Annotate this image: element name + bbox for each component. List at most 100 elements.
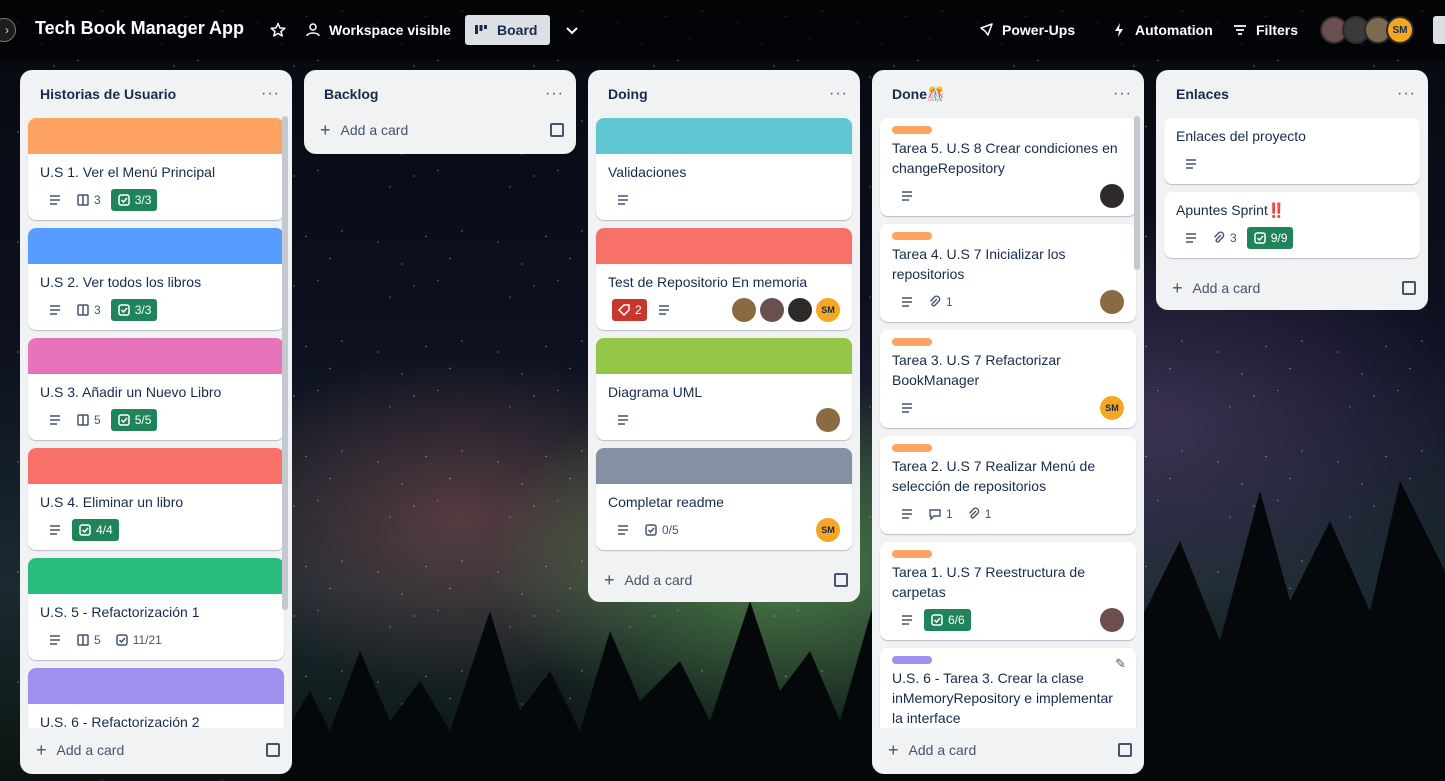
list-menu-icon[interactable]: ··· [1113, 85, 1132, 103]
add-card-button[interactable]: + Add a card [304, 110, 576, 150]
card-label[interactable] [892, 126, 932, 134]
lightning-icon [1115, 23, 1123, 37]
card-cover [28, 338, 284, 374]
card-template-icon[interactable] [1118, 743, 1132, 757]
card-template-icon[interactable] [266, 743, 280, 757]
board-view-button[interactable]: Board [465, 15, 550, 45]
card-title: Tarea 5. U.S 8 Crear condiciones en chan… [892, 140, 1118, 176]
star-button[interactable] [262, 15, 294, 45]
comments-badge: 1 [924, 503, 957, 525]
card-label[interactable] [892, 338, 932, 346]
comment-icon [929, 509, 941, 521]
description-icon [612, 189, 634, 211]
member-avatar[interactable]: SM [816, 518, 840, 542]
powerups-button[interactable]: Power-Ups [970, 15, 1083, 45]
member-avatar[interactable] [1100, 290, 1124, 314]
card[interactable]: Completar readme 0/5 SM [596, 448, 852, 550]
list-title[interactable]: Backlog [324, 86, 378, 102]
list-title[interactable]: Doing [608, 86, 648, 102]
filters-button[interactable]: Filters [1224, 15, 1306, 45]
card[interactable]: Test de Repositorio En memoria 2 SM [596, 228, 852, 330]
member-avatar[interactable]: SM [1100, 396, 1124, 420]
description-icon [44, 629, 66, 651]
automation-label: Automation [1135, 22, 1213, 38]
list-scrollbar[interactable] [282, 116, 288, 610]
card-title: Test de Repositorio En memoria [608, 274, 808, 290]
card[interactable]: Tarea 1. U.S 7 Reestructura de carpetas … [880, 542, 1136, 640]
visibility-button[interactable]: Workspace visible [297, 15, 459, 45]
card[interactable]: U.S 2. Ver todos los libros 3 3/3 [28, 228, 284, 330]
card[interactable]: U.S. 5 - Refactorización 1 5 11/21 [28, 558, 284, 660]
member-avatar[interactable] [732, 298, 756, 322]
card-title: U.S. 5 - Refactorización 1 [40, 604, 200, 620]
edit-icon[interactable]: ✎ [1115, 656, 1126, 672]
card-cover [28, 118, 284, 154]
add-card-button[interactable]: + Add a card [20, 728, 292, 772]
member-avatar[interactable] [760, 298, 784, 322]
card[interactable]: U.S 1. Ver el Menú Principal 3 3/3 [28, 118, 284, 220]
expand-sidebar-button[interactable]: › [0, 18, 16, 42]
checkbox-icon [645, 524, 657, 536]
card[interactable]: Tarea 3. U.S 7 Refactorizar BookManager … [880, 330, 1136, 428]
add-card-button[interactable]: + Add a card [872, 728, 1144, 772]
card-title: U.S 4. Eliminar un libro [40, 494, 184, 510]
member-avatar[interactable] [1100, 608, 1124, 632]
description-icon [896, 185, 918, 207]
add-card-label: Add a card [908, 742, 977, 758]
share-button[interactable] [1433, 16, 1445, 44]
list-menu-icon[interactable]: ··· [829, 85, 848, 103]
card[interactable]: Tarea 2. U.S 7 Realizar Menú de selecció… [880, 436, 1136, 534]
paperclip-icon [968, 507, 979, 519]
card-title: Apuntes Sprint‼️ [1176, 202, 1286, 218]
star-icon [270, 22, 286, 37]
list-title[interactable]: Done🎊 [892, 86, 944, 103]
member-avatar[interactable] [788, 298, 812, 322]
people-icon [306, 23, 320, 37]
card[interactable]: ✎ U.S. 6 - Tarea 3. Crear la clase inMem… [880, 648, 1136, 728]
add-card-button[interactable]: + Add a card [588, 558, 860, 602]
card[interactable]: Validaciones [596, 118, 852, 220]
card[interactable]: Tarea 4. U.S 7 Inicializar los repositor… [880, 224, 1136, 322]
card[interactable]: U.S. 6 - Refactorización 2 [28, 668, 284, 728]
card-label[interactable] [892, 444, 932, 452]
card-template-icon[interactable] [1402, 281, 1416, 295]
board-title[interactable]: Tech Book Manager App [35, 18, 244, 39]
list-menu-icon[interactable]: ··· [261, 85, 280, 103]
card-title: Enlaces del proyecto [1176, 128, 1306, 144]
board-icon [77, 634, 89, 646]
card[interactable]: Tarea 5. U.S 8 Crear condiciones en chan… [880, 118, 1136, 216]
card-template-icon[interactable] [834, 573, 848, 587]
list-title[interactable]: Historias de Usuario [40, 86, 176, 102]
member-avatar[interactable] [1100, 184, 1124, 208]
card[interactable]: U.S 4. Eliminar un libro 4/4 [28, 448, 284, 550]
board-icon [77, 194, 89, 206]
card-title: Diagrama UML [608, 384, 703, 400]
card-label[interactable] [892, 656, 932, 664]
member-avatar[interactable]: SM [1386, 16, 1414, 44]
board-icon [77, 414, 89, 426]
card-title: U.S 1. Ver el Menú Principal [40, 164, 216, 180]
attachments-badge: 3 [72, 189, 105, 211]
card[interactable]: Enlaces del proyecto [1164, 118, 1420, 184]
card[interactable]: U.S 3. Añadir un Nuevo Libro 5 5/5 [28, 338, 284, 440]
card[interactable]: Apuntes Sprint‼️ 3 9/9 [1164, 192, 1420, 258]
board-view-label: Board [497, 22, 538, 38]
automation-button[interactable]: Automation [1103, 15, 1221, 45]
member-avatar[interactable] [816, 408, 840, 432]
views-dropdown-button[interactable] [556, 15, 588, 45]
card-template-icon[interactable] [550, 123, 564, 137]
list-scrollbar[interactable] [1134, 116, 1140, 270]
board-icon [475, 25, 487, 34]
card-cover [596, 118, 852, 154]
list-title[interactable]: Enlaces [1176, 86, 1229, 102]
list-menu-icon[interactable]: ··· [545, 85, 564, 103]
card-label[interactable] [892, 232, 932, 240]
card-label[interactable] [892, 550, 932, 558]
member-avatar[interactable]: SM [816, 298, 840, 322]
filters-label: Filters [1256, 22, 1299, 38]
add-card-button[interactable]: + Add a card [1156, 266, 1428, 310]
list-menu-icon[interactable]: ··· [1397, 85, 1416, 103]
add-card-label: Add a card [340, 122, 409, 138]
card-title: Validaciones [608, 164, 687, 180]
card[interactable]: Diagrama UML [596, 338, 852, 440]
